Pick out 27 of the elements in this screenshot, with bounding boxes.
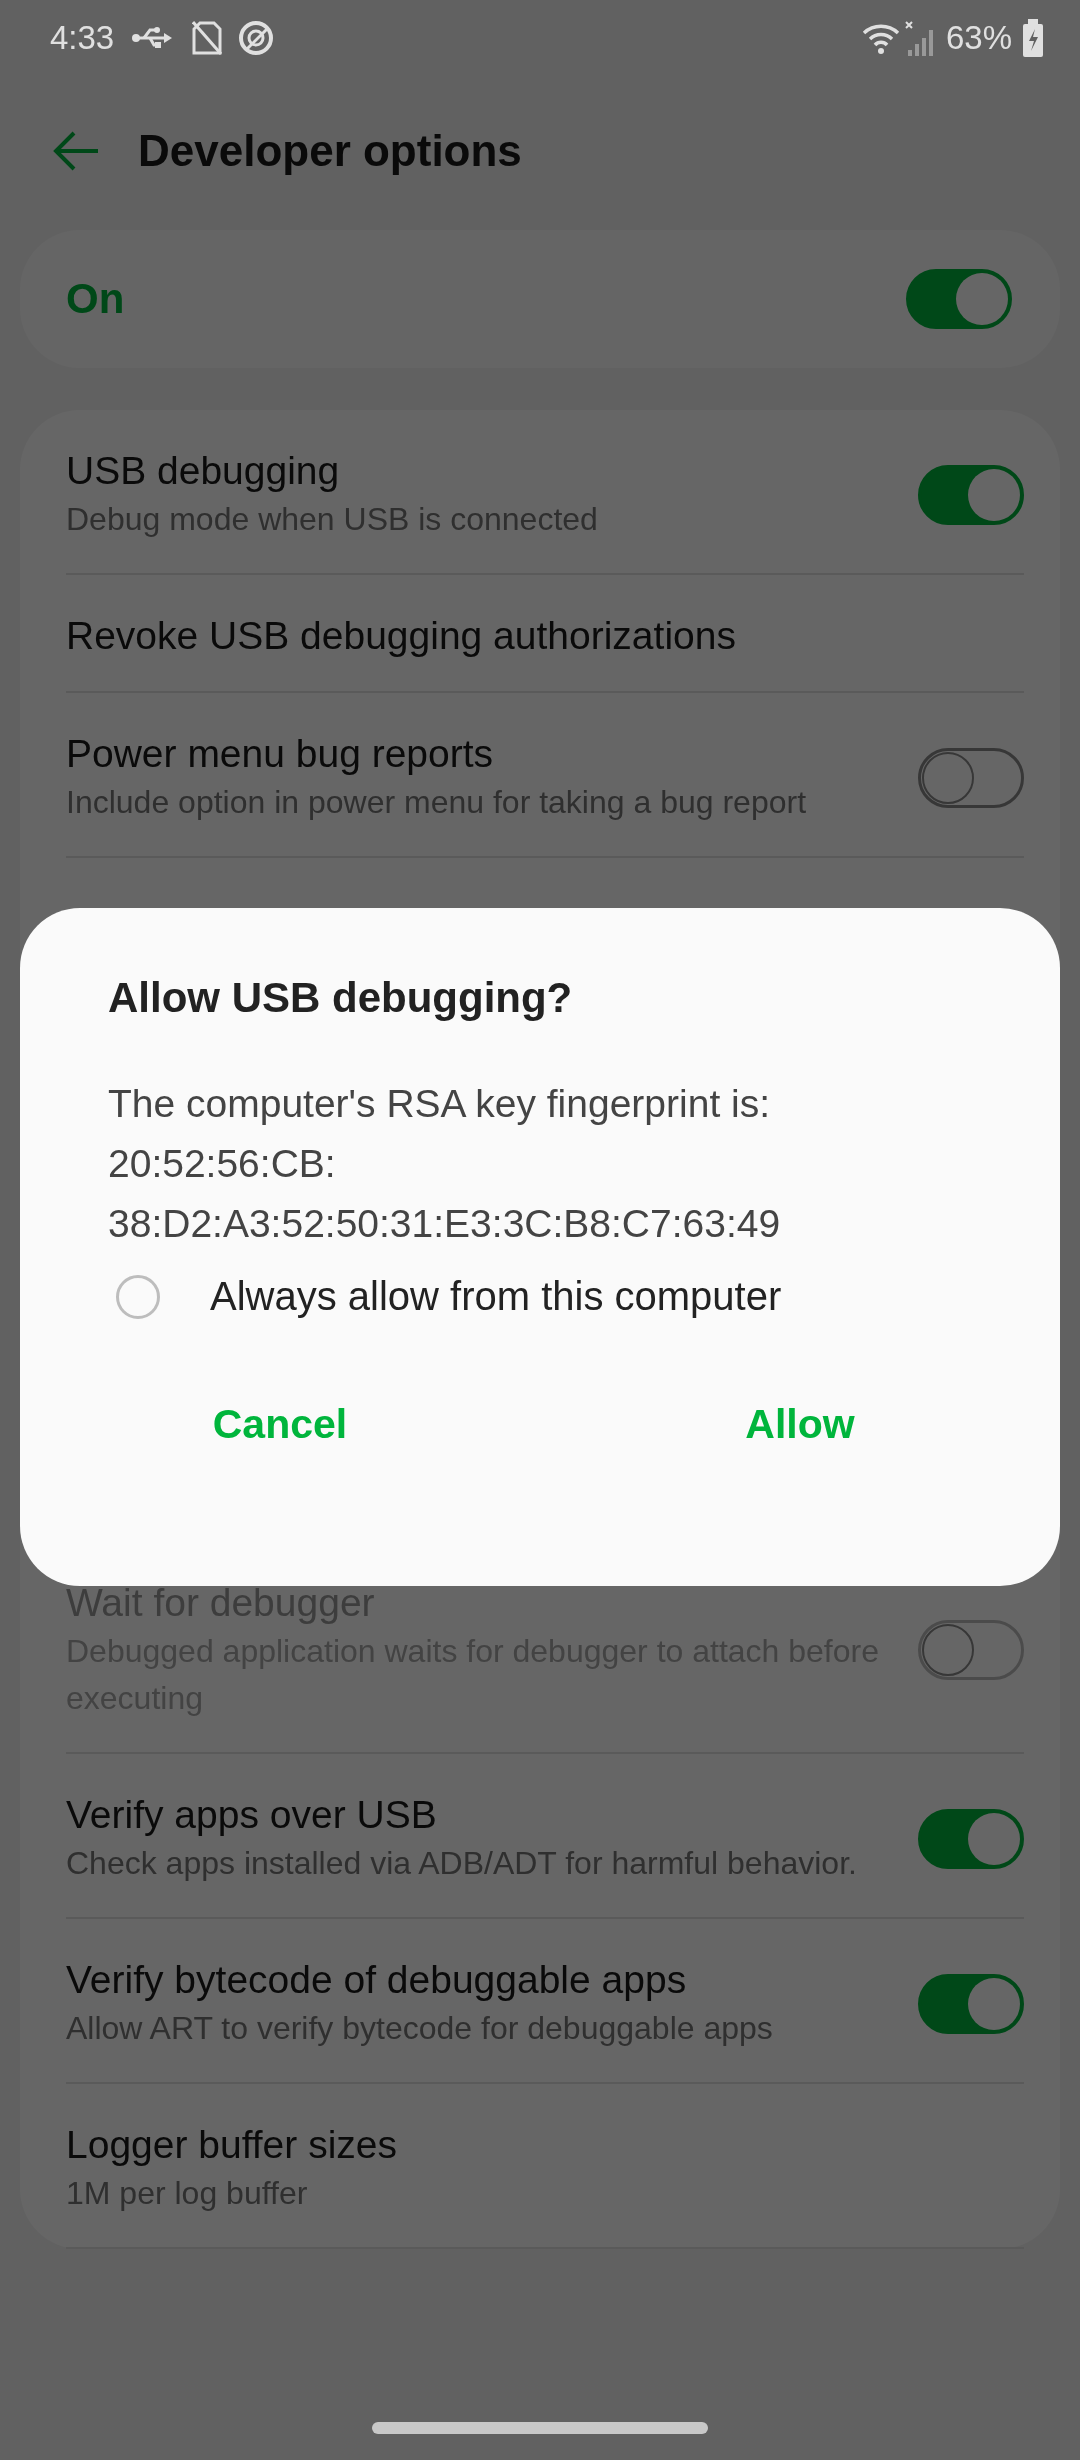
master-switch-card[interactable]: On — [20, 230, 1060, 368]
back-arrow-icon[interactable] — [52, 131, 100, 171]
master-switch-label: On — [66, 275, 125, 323]
checkbox-label[interactable]: Always allow from this computer — [210, 1274, 782, 1319]
dialog-message: 20:52:56:CB: — [108, 1141, 337, 1187]
page-title: Developer options — [138, 126, 522, 176]
battery-percentage: 63% — [945, 19, 1012, 57]
home-indicator[interactable] — [372, 2422, 708, 2434]
setting-title[interactable]: Verify apps over USB — [66, 1790, 888, 1840]
charging-battery-icon — [1022, 19, 1044, 57]
setting-title[interactable]: Power menu bug reports — [66, 729, 888, 779]
setting-title[interactable]: Logger buffer sizes — [66, 2120, 1024, 2170]
setting-title[interactable]: Verify bytecode of debuggable apps — [66, 1955, 888, 2005]
blocked-circle-icon — [238, 20, 275, 56]
dialog-message: 38:D2:A3:52:50:31:E3:3C:B8:C7:63:49 — [108, 1201, 782, 1247]
setting-title[interactable]: USB debugging — [66, 446, 888, 496]
clock: 4:33 — [50, 19, 115, 57]
no-sim-icon — [192, 21, 223, 55]
usb-icon — [132, 25, 173, 51]
toggle-switch[interactable] — [918, 747, 1024, 808]
setting-title[interactable]: Revoke USB debugging authorizations — [66, 611, 1024, 661]
dialog-button[interactable]: Cancel — [20, 1381, 540, 1468]
toggle-switch[interactable] — [906, 269, 1012, 329]
radio-button[interactable] — [116, 1274, 160, 1319]
dialog-title: Allow USB debugging? — [108, 973, 574, 1023]
dialog-button[interactable]: Allow — [540, 1381, 1060, 1468]
dialog-message: The computer's RSA key fingerprint is: — [108, 1081, 772, 1127]
